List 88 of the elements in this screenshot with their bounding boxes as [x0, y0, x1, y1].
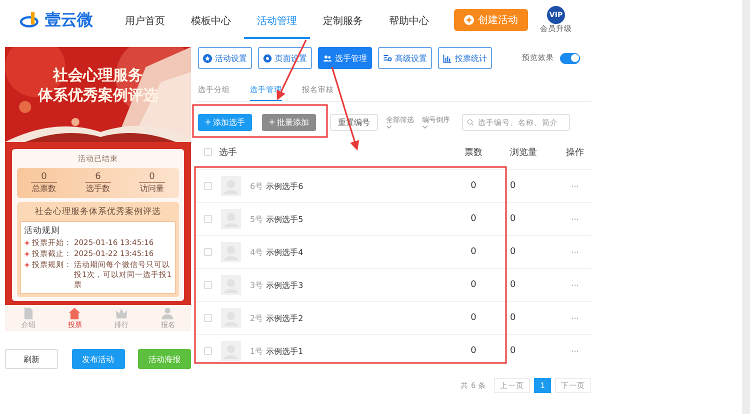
settings-tab[interactable]: 选手管理: [318, 47, 372, 69]
settings-tab[interactable]: 投票统计: [438, 47, 492, 69]
stat-value: 0: [31, 172, 57, 183]
nav-link[interactable]: 定制服务: [310, 2, 376, 38]
settings-tab[interactable]: 活动设置: [198, 47, 252, 69]
view-count: 0: [509, 346, 517, 356]
vote-count: 0: [470, 346, 478, 356]
vote-count: 0: [470, 181, 478, 191]
view-count: 0: [509, 280, 517, 290]
stat-label: 选手数: [86, 183, 110, 194]
avatar-icon: [221, 341, 241, 361]
logo-text: 壹云微: [45, 10, 93, 30]
contestant-name: 示例选手6: [266, 180, 304, 192]
view-count: 0: [509, 247, 517, 257]
rules-heading: 活动规则: [24, 225, 61, 237]
row-checkbox[interactable]: [204, 347, 212, 355]
nav-icon: [114, 307, 128, 320]
nav-icon: [68, 307, 82, 320]
batch-add-button[interactable]: 批量添加: [262, 114, 316, 130]
avatar-icon: [221, 176, 241, 196]
contestant-name: 示例选手4: [266, 246, 304, 258]
column-header: 操作: [565, 146, 585, 158]
more-button[interactable]: ···: [559, 248, 591, 256]
contestant-number: 3号: [250, 280, 264, 290]
contestant-number: 6号: [250, 180, 264, 192]
preview-action-button[interactable]: 活动海报: [138, 349, 191, 369]
row-checkbox[interactable]: [204, 182, 212, 190]
plus-circle-icon: [464, 15, 474, 25]
column-header: 浏览量: [509, 146, 538, 158]
row-checkbox[interactable]: [204, 314, 212, 322]
stat-label: 访问量: [140, 183, 164, 194]
more-button[interactable]: ···: [559, 314, 591, 322]
settings-tab-icon: [383, 54, 392, 62]
preview-action-button[interactable]: 发布活动: [72, 349, 124, 369]
contestant-name: 示例选手5: [266, 214, 304, 224]
vote-count: 0: [470, 247, 478, 257]
nav-link[interactable]: 用户首页: [112, 2, 178, 38]
settings-tab-icon: [203, 54, 212, 62]
settings-tab-icon: [323, 54, 332, 62]
avatar-icon: [221, 242, 241, 262]
contestant-name: 示例选手3: [266, 280, 304, 290]
view-count: 0: [509, 214, 517, 224]
chevron-down-icon: [386, 125, 392, 129]
avatar-icon: [221, 308, 241, 328]
stat-value: 0: [139, 172, 165, 183]
column-header: 选手: [219, 146, 238, 158]
nav-icon: [161, 307, 174, 320]
preview-toggle[interactable]: [560, 52, 580, 64]
vote-count: 0: [470, 313, 478, 323]
stat-value: 6: [85, 172, 111, 183]
plus-icon: [269, 119, 275, 125]
vote-count: 0: [470, 280, 478, 290]
add-contestant-button[interactable]: 添加选手: [198, 114, 252, 130]
more-button[interactable]: ···: [559, 214, 591, 224]
nav-link[interactable]: 帮助中心: [376, 2, 442, 38]
contestant-number: 1号: [250, 346, 264, 356]
more-button[interactable]: ···: [559, 280, 591, 290]
banner-title: 社会心理服务: [53, 65, 143, 85]
contestant-name: 示例选手2: [266, 312, 304, 324]
more-button[interactable]: ···: [559, 182, 591, 190]
nav-link[interactable]: 活动管理: [244, 2, 310, 38]
view-count: 0: [509, 181, 517, 191]
contestant-number: 5号: [250, 214, 264, 224]
row-checkbox[interactable]: [204, 248, 212, 256]
view-count: 0: [509, 313, 517, 323]
row-checkbox[interactable]: [204, 215, 212, 223]
contestant-name: 示例选手1: [266, 346, 304, 356]
nav-icon: [22, 307, 35, 320]
stat-label: 总票数: [32, 183, 56, 194]
vote-count: 0: [470, 214, 478, 224]
preview-action-button[interactable]: 刷新: [5, 349, 58, 369]
create-activity-button[interactable]: 创建活动: [454, 9, 528, 31]
search-icon: [467, 118, 474, 126]
contestant-number: 4号: [250, 246, 264, 258]
nav-link[interactable]: 模板中心: [178, 2, 244, 38]
row-checkbox[interactable]: [204, 281, 212, 289]
settings-tab[interactable]: 高级设置: [378, 47, 432, 69]
settings-tab-icon: [263, 54, 272, 62]
avatar-icon: [221, 209, 241, 229]
contestant-number: 2号: [250, 312, 264, 324]
select-all-checkbox[interactable]: [204, 148, 212, 156]
plus-icon: [205, 119, 211, 125]
avatar-icon: [221, 275, 241, 295]
card-title: 社会心理服务体系优秀案例评选: [34, 206, 162, 218]
more-button[interactable]: ···: [559, 346, 591, 356]
column-header: 票数: [464, 146, 484, 158]
settings-tab-icon: [443, 54, 452, 62]
chevron-down-icon: [422, 125, 428, 129]
